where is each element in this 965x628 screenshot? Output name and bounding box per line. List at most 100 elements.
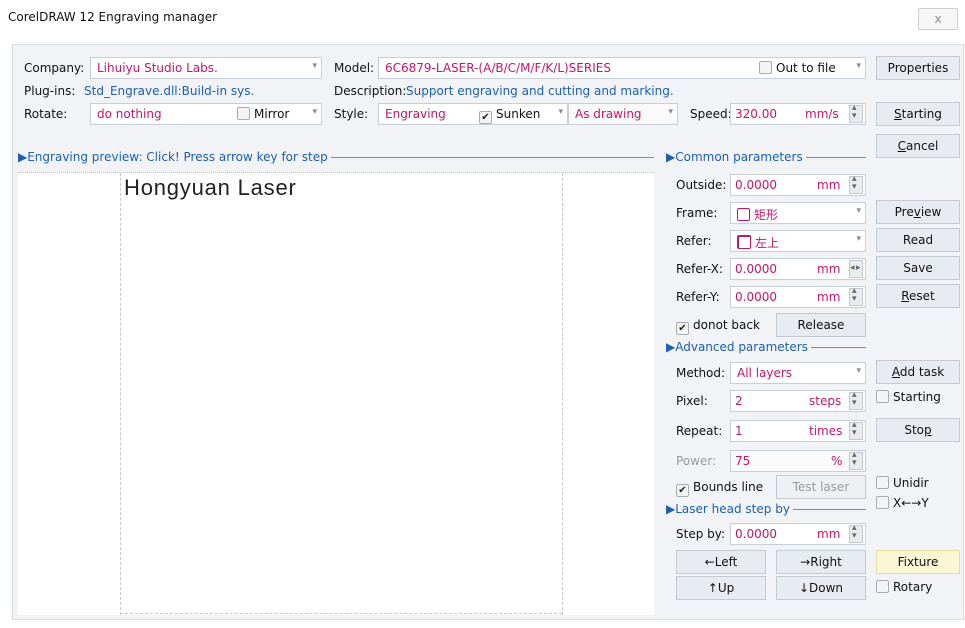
as-drawing-value: As drawing [575,107,642,121]
test-laser-button[interactable]: Test laser [776,475,866,499]
move-right-button[interactable]: →Right [776,550,866,574]
chevron-down-icon: ▾ [558,107,563,117]
pixel-spinner[interactable] [849,390,863,410]
description-value: Support engraving and cutting and markin… [406,84,674,98]
preview-bounds-right [562,173,563,615]
move-down-button[interactable]: ↓Down [776,576,866,600]
style-select[interactable]: Engraving ✔ Sunken ▾ [378,103,568,125]
donot-back-label: donot back [693,318,760,332]
pixel-label: Pixel: [676,394,708,408]
step-by-field[interactable]: 0.0000 mm [730,523,866,545]
donot-back-checkbox[interactable]: ✔ donot back [676,318,760,335]
company-value: Lihuiyu Studio Labs. [97,61,218,75]
starting-checkbox-label: Starting [893,390,941,404]
chevron-down-icon: ▾ [312,107,317,117]
frame-select[interactable]: 矩形 ▾ [730,202,866,224]
add-task-button[interactable]: Add task [876,360,960,384]
advanced-parameters-title: ▶Advanced parameters [666,340,811,354]
refer-x-spinner[interactable] [849,260,863,278]
xy-swap-label: X←→Y [893,496,929,510]
style-value: Engraving [385,107,446,121]
move-left-button[interactable]: ←Left [676,550,766,574]
rotary-checkbox[interactable]: Rotary [876,580,932,594]
refer-select[interactable]: 左上 ▾ [730,230,866,252]
bounds-line-checkbox[interactable]: ✔ Bounds line [676,480,763,497]
refer-y-field[interactable]: 0.0000 mm [730,286,866,308]
outside-unit: mm [817,178,841,192]
preview-button[interactable]: Preview [876,200,960,224]
company-select[interactable]: Lihuiyu Studio Labs. ▾ [90,57,322,79]
engraving-preview-canvas[interactable]: Hongyuan Laser [18,172,654,615]
outside-value: 0.0000 [735,178,777,192]
out-to-file-checkbox[interactable]: Out to file [759,61,836,75]
common-parameters-header: ▶Common parameters [666,150,866,164]
method-select[interactable]: All layers ▾ [730,362,866,384]
chevron-down-icon: ▾ [312,61,317,71]
company-label: Company: [24,61,85,75]
checkmark-icon: ✔ [676,322,689,335]
speed-spinner[interactable] [849,103,863,123]
starting-button[interactable]: Starting [876,102,960,126]
plugins-value: Std_Engrave.dll:Build-in sys. [84,84,255,98]
xy-swap-checkbox[interactable]: X←→Y [876,496,929,510]
pixel-unit: steps [809,394,842,408]
speed-field[interactable]: 320.00 mm/s [730,103,866,125]
properties-button[interactable]: Properties [876,56,960,80]
power-unit: % [831,454,843,468]
chevron-down-icon: ▾ [668,107,673,117]
outside-spinner[interactable] [849,174,863,194]
refer-y-spinner[interactable] [849,286,863,306]
refer-x-label: Refer-X: [676,262,723,276]
fixture-button[interactable]: Fixture [876,550,960,574]
chevron-down-icon: ▾ [856,366,861,376]
outside-field[interactable]: 0.0000 mm [730,174,866,196]
rotary-label: Rotary [893,580,933,594]
stop-button[interactable]: Stop [876,418,960,442]
refer-y-unit: mm [817,290,841,304]
power-spinner[interactable] [849,450,863,470]
save-button[interactable]: Save [876,256,960,280]
pixel-value: 2 [735,394,743,408]
speed-unit: mm/s [805,107,839,121]
advanced-parameters-header: ▶Advanced parameters [666,340,866,354]
power-field[interactable]: 75 % [730,450,866,472]
checkbox-icon [876,580,889,593]
refer-label: Refer: [676,234,712,248]
rectangle-icon [737,208,750,221]
sunken-checkbox[interactable]: ✔ Sunken [479,107,540,124]
step-by-spinner[interactable] [849,523,863,543]
step-by-unit: mm [817,527,841,541]
refer-x-value: 0.0000 [735,262,777,276]
mirror-checkbox[interactable]: Mirror [237,107,289,121]
pixel-field[interactable]: 2 steps [730,390,866,412]
refer-y-label: Refer-Y: [676,290,720,304]
repeat-field[interactable]: 1 times [730,420,866,442]
checkbox-icon [876,496,889,509]
refer-x-unit: mm [817,262,841,276]
checkmark-icon: ✔ [479,111,492,124]
sunken-label: Sunken [496,107,541,121]
reset-button[interactable]: Reset [876,284,960,308]
refer-y-value: 0.0000 [735,290,777,304]
read-button[interactable]: Read [876,228,960,252]
checkmark-icon: ✔ [676,484,689,497]
checkbox-icon [237,107,250,120]
release-button[interactable]: Release [776,313,866,337]
rotate-select[interactable]: do nothing Mirror ▾ [90,103,322,125]
frame-value: 矩形 [754,208,779,222]
power-label: Power: [676,454,717,468]
as-drawing-select[interactable]: As drawing ▾ [568,103,678,125]
model-select[interactable]: 6C6879-LASER-(A/B/C/M/F/K/L)SERIES Out t… [378,57,866,79]
mirror-label: Mirror [254,107,290,121]
refer-x-field[interactable]: 0.0000 mm [730,258,866,280]
cancel-button[interactable]: Cancel [876,134,960,158]
step-by-value: 0.0000 [735,527,777,541]
close-button[interactable]: x [918,8,958,30]
repeat-spinner[interactable] [849,420,863,440]
unidir-checkbox[interactable]: Unidir [876,476,929,490]
laser-head-step-title: ▶Laser head step by [666,502,793,516]
starting-checkbox[interactable]: Starting [876,390,941,404]
refer-value-wrap: 左上 [737,234,779,251]
laser-head-step-header: ▶Laser head step by [666,502,866,516]
move-up-button[interactable]: ↑Up [676,576,766,600]
